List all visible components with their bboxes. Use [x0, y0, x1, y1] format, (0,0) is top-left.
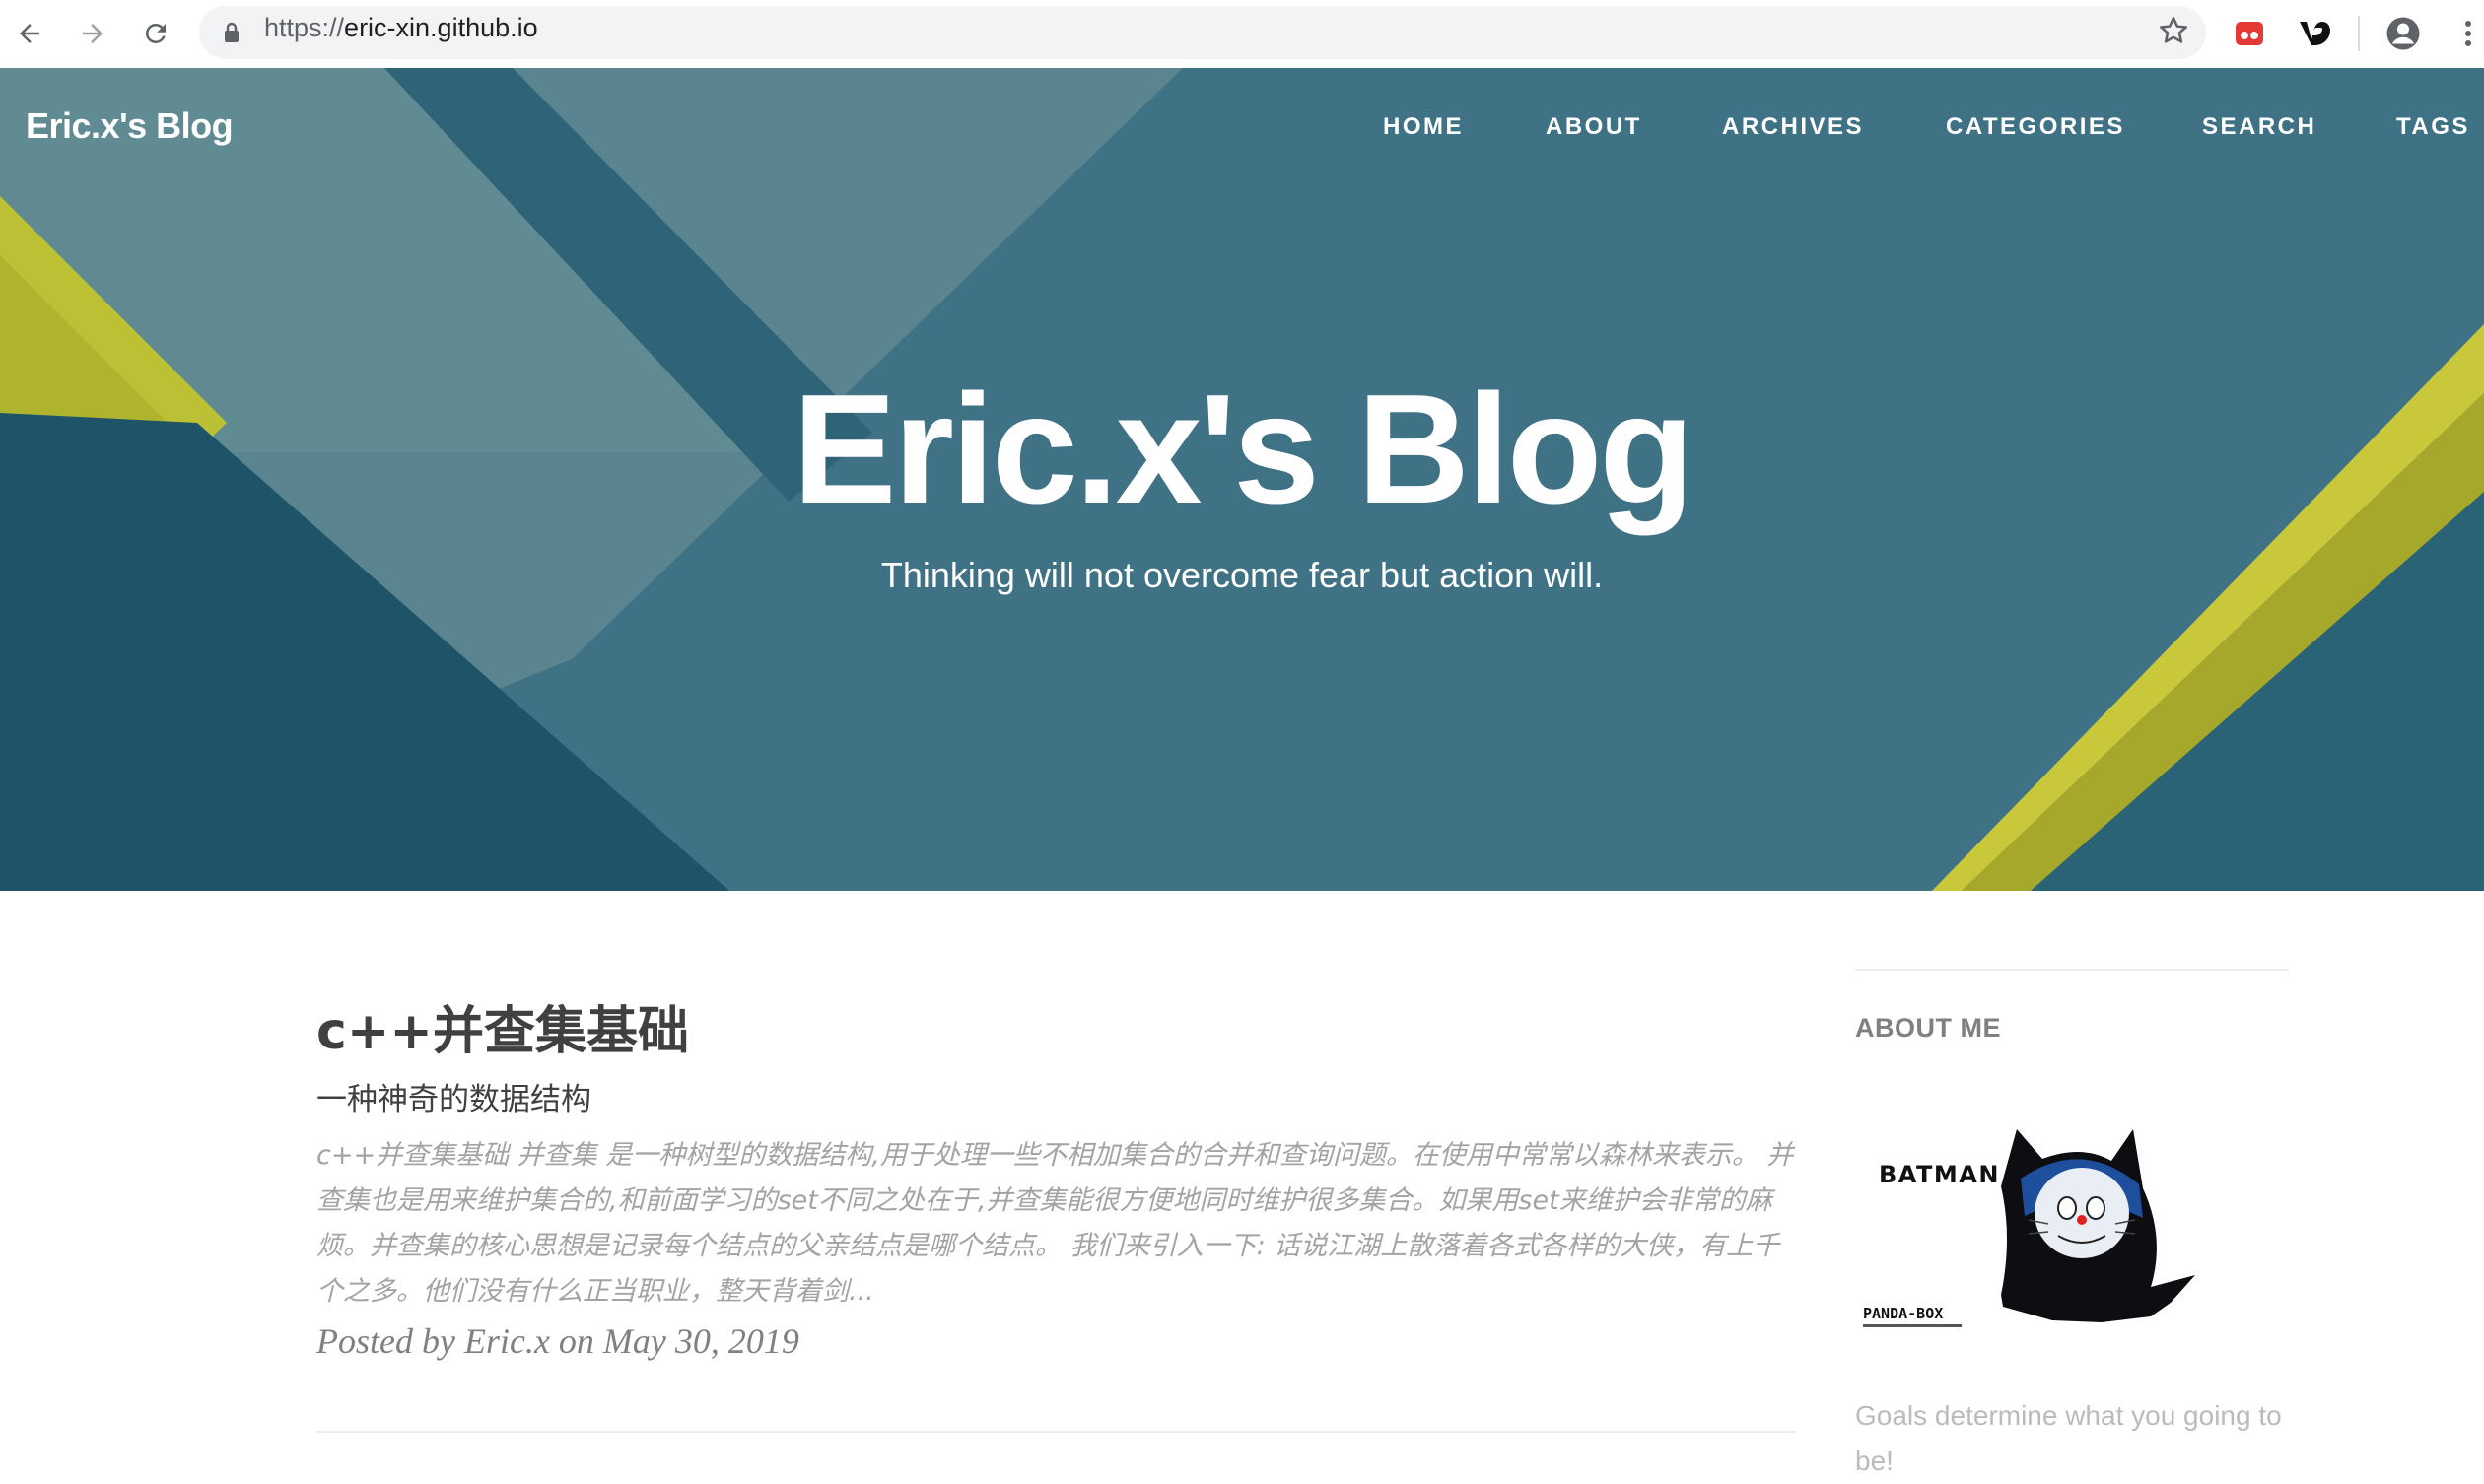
site-brand[interactable]: Eric.x's Blog [26, 105, 234, 147]
post-subtitle[interactable]: 一种神奇的数据结构 [316, 1074, 591, 1118]
reload-icon[interactable] [136, 14, 175, 53]
bookmark-star-icon[interactable] [2157, 14, 2190, 52]
nav-archives[interactable]: ARCHIVES [1722, 113, 1864, 141]
post-divider [316, 1431, 1796, 1433]
nav-categories[interactable]: CATEGORIES [1946, 113, 2125, 141]
extension-red-icon[interactable] [2230, 14, 2269, 53]
profile-avatar-icon[interactable] [2383, 14, 2423, 53]
lock-icon [223, 22, 241, 48]
back-icon[interactable] [10, 14, 49, 53]
post-meta: Posted by Eric.x on May 30, 2019 [316, 1321, 799, 1361]
sidebar-divider [1855, 969, 2289, 971]
hero-subtitle: Thinking will not overcome fear but acti… [880, 555, 1604, 595]
nav-home[interactable]: HOME [1383, 113, 1464, 141]
nav-about[interactable]: ABOUT [1546, 113, 1642, 141]
toolbar-separator [2358, 16, 2360, 51]
hero-banner: Eric.x's Blog HOME ABOUT ARCHIVES CATEGO… [0, 68, 2484, 891]
forward-icon[interactable] [73, 14, 112, 53]
url-text[interactable]: https://eric-xin.github.io [264, 13, 538, 43]
url-host: eric-xin.github.io [344, 13, 538, 42]
more-menu-icon[interactable] [2449, 14, 2484, 53]
avatar-brand-text: PANDA-BOX [1863, 1305, 1943, 1322]
nav-search[interactable]: SEARCH [2202, 113, 2316, 141]
post-title[interactable]: c++并查集基础 [316, 989, 689, 1063]
extension-vb-icon[interactable] [2295, 14, 2334, 53]
sidebar-heading: ABOUT ME [1855, 1013, 2001, 1043]
sidebar-bio: Goals determine what you going to be! [1855, 1400, 2282, 1476]
avatar-batman-text: BATMAN [1879, 1161, 2000, 1188]
browser-toolbar: https://eric-xin.github.io [0, 0, 2484, 69]
post-excerpt[interactable]: c++并查集基础 并查集 是一种树型的数据结构,用于处理一些不相加集合的合并和查… [316, 1133, 1800, 1315]
nav-tags[interactable]: TAGS [2396, 113, 2470, 141]
url-scheme: https:// [264, 13, 345, 42]
hero-title: Eric.x's Blog [793, 363, 1694, 536]
about-avatar-image: BATMAN PANDA-BOX [1855, 1110, 2210, 1346]
